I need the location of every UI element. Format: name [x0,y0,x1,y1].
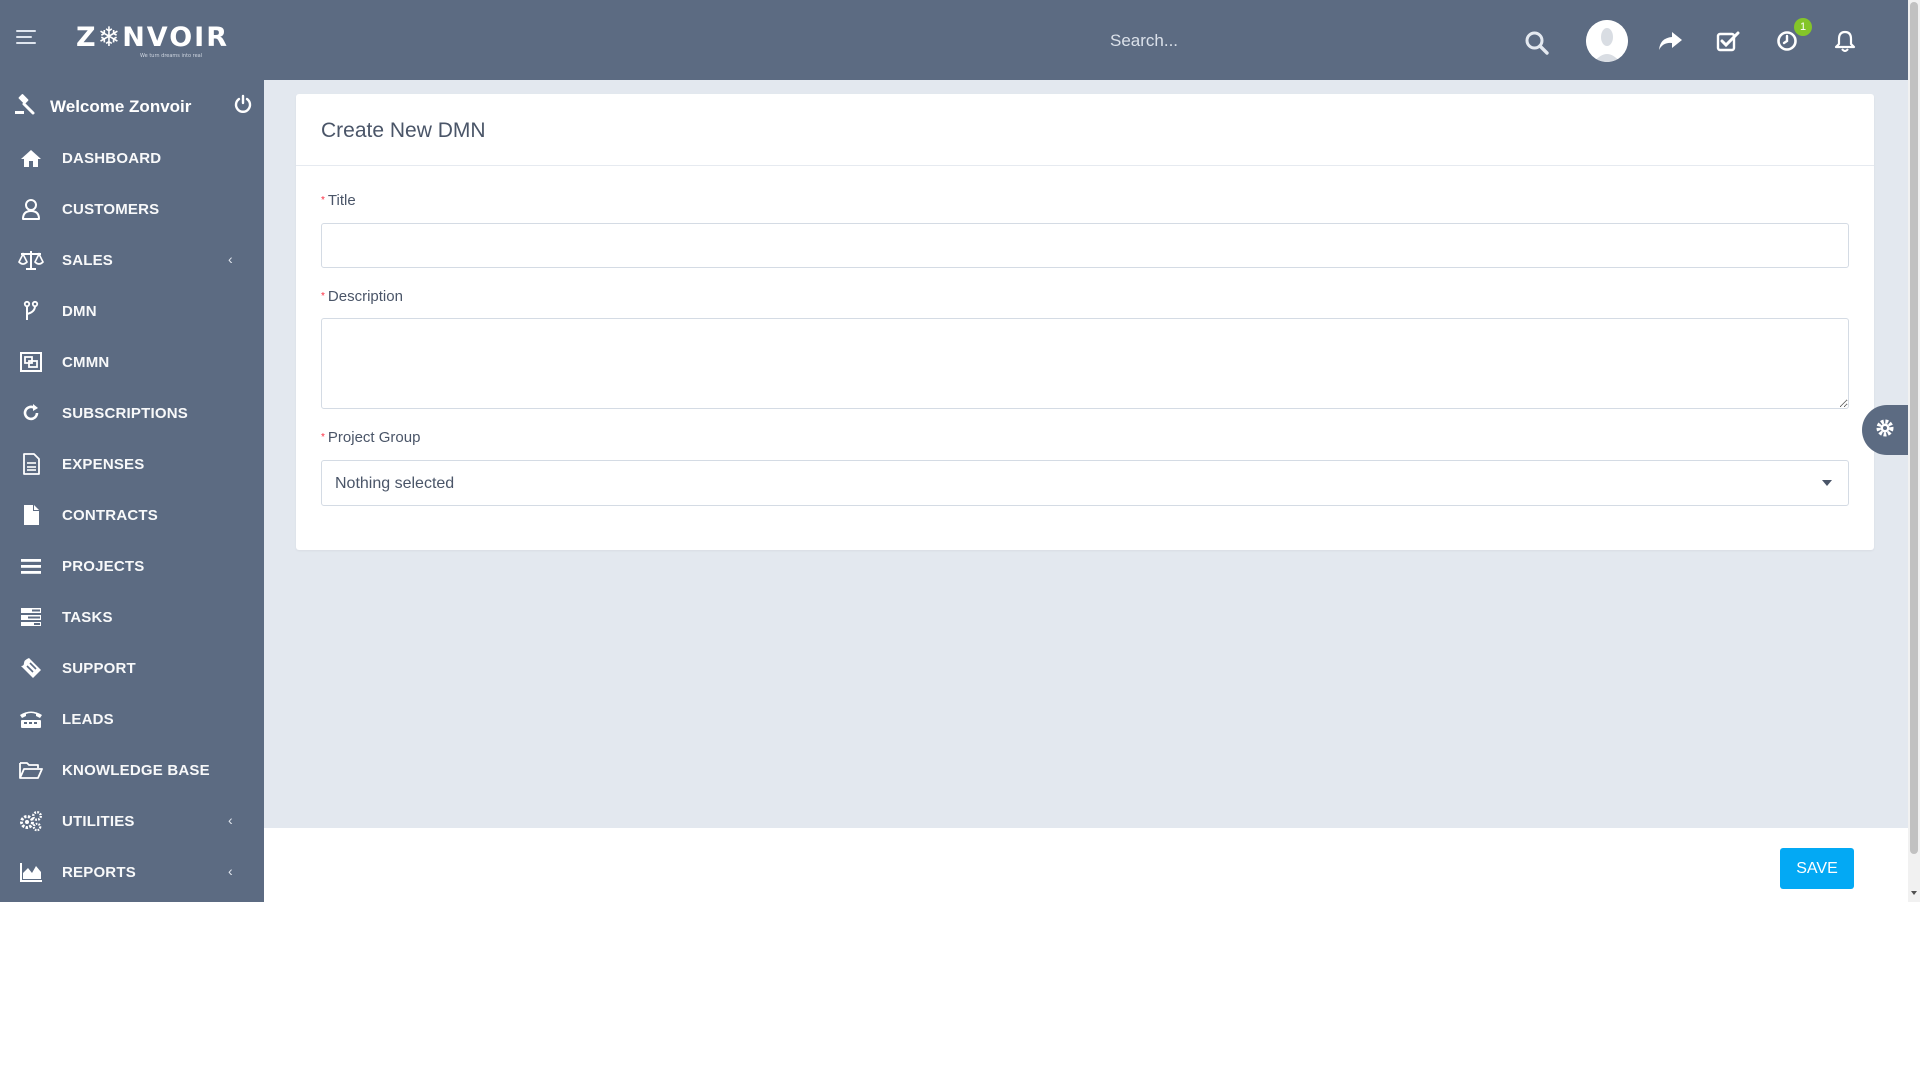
bars-icon [18,555,44,577]
sidebar-item-subscriptions[interactable]: SUBSCRIPTIONS [0,390,264,436]
sidebar-item-contracts[interactable]: CONTRACTS [0,492,264,538]
app-window: Z❄NVOIR We turn dreams into real 1 [0,0,1920,902]
caret-down-icon [1822,480,1832,486]
welcome-text: Welcome Zonvoir [50,97,192,116]
sidebar-item-label: SUBSCRIPTIONS [62,405,188,422]
gear-icon [1874,417,1896,444]
menu-toggle-icon[interactable] [16,30,36,44]
form-footer: SAVE [264,828,1908,902]
ticket-icon [18,657,44,679]
search-icon[interactable] [1522,29,1552,57]
tasks-icon [18,606,44,628]
panel-header: Create New DMN [296,94,1874,166]
sidebar-item-label: REPORTS [62,864,136,881]
page-scrollbar[interactable] [1908,0,1920,902]
sidebar-item-label: SUPPORT [62,660,136,677]
title-field[interactable] [321,223,1849,268]
gavel-icon [14,94,36,121]
sidebar-item-dashboard[interactable]: DASHBOARD [0,135,264,181]
object-group-icon [18,351,44,373]
description-label: * Description [321,288,403,305]
sidebar-item-label: UTILITIES [62,813,135,830]
bell-icon[interactable] [1831,28,1859,54]
required-marker: * [321,432,325,443]
logo-tagline: We turn dreams into real [140,53,203,59]
sidebar-item-label: EXPENSES [62,456,145,473]
file-text-icon [18,453,44,475]
sidebar-welcome: Welcome Zonvoir [0,80,264,132]
tty-icon [18,708,44,730]
code-fork-icon [18,300,44,322]
area-chart-icon [18,861,44,883]
scroll-down-icon[interactable] [1911,891,1917,895]
sidebar-item-sales[interactable]: SALES ‹ [0,237,264,283]
sidebar-item-customers[interactable]: CUSTOMERS [0,186,264,232]
avatar[interactable] [1586,20,1628,62]
logo-text: Z❄NVOIR [76,22,230,53]
save-button[interactable]: SAVE [1780,848,1854,889]
sidebar-item-projects[interactable]: PROJECTS [0,543,264,589]
sidebar-item-label: KNOWLEDGE BASE [62,762,210,779]
refresh-icon [18,402,44,424]
sidebar-item-label: LEADS [62,711,114,728]
file-icon [18,504,44,526]
sidebar-item-label: CUSTOMERS [62,201,160,218]
project-group-label: * Project Group [321,429,421,446]
chevron-left-icon: ‹ [228,251,233,267]
main-content: Create New DMN * Title * Description * Proj… [264,80,1908,828]
sidebar-item-label: CMMN [62,354,110,371]
sidebar-item-label: DASHBOARD [62,150,162,167]
form-panel: Create New DMN * Title * Description * Proj… [296,94,1874,550]
sidebar-item-leads[interactable]: LEADS [0,696,264,742]
sidebar-item-expenses[interactable]: EXPENSES [0,441,264,487]
sidebar-item-reports[interactable]: REPORTS ‹ [0,849,264,895]
search-input[interactable] [1098,24,1518,58]
select-value: Nothing selected [335,475,455,492]
cogs-icon [18,810,44,832]
sidebar-item-label: SALES [62,252,114,269]
scrollbar-thumb[interactable] [1910,2,1918,854]
sidebar: Welcome Zonvoir DASHBOARD CUSTOMERS SALE… [0,80,264,902]
description-field[interactable] [321,318,1849,409]
sidebar-item-cmmn[interactable]: CMMN [0,339,264,385]
share-icon[interactable] [1656,28,1684,54]
project-group-select[interactable]: Nothing selected [321,460,1849,506]
sidebar-item-knowledge-base[interactable]: KNOWLEDGE BASE [0,747,264,793]
sidebar-item-label: PROJECTS [62,558,145,575]
notification-badge: 1 [1794,18,1812,36]
home-icon [18,147,44,169]
sidebar-item-dmn[interactable]: DMN [0,288,264,334]
chevron-left-icon: ‹ [228,863,233,879]
top-header: Z❄NVOIR We turn dreams into real 1 [0,0,1908,80]
theme-settings-toggle[interactable] [1862,405,1908,455]
sidebar-item-label: TASKS [62,609,113,626]
check-square-icon[interactable] [1714,28,1742,54]
required-marker: * [321,195,325,206]
folder-open-icon [18,759,44,781]
balance-scale-icon [18,249,44,271]
sidebar-item-label: DMN [62,303,97,320]
sidebar-item-label: CONTRACTS [62,507,158,524]
required-marker: * [321,291,325,302]
title-label: * Title [321,192,356,209]
sidebar-item-support[interactable]: SUPPORT [0,645,264,691]
sidebar-item-tasks[interactable]: TASKS [0,594,264,640]
page-title: Create New DMN [321,119,486,142]
user-icon [18,198,44,220]
sidebar-item-utilities[interactable]: UTILITIES ‹ [0,798,264,844]
brand-logo[interactable]: Z❄NVOIR We turn dreams into real [76,22,230,59]
power-icon[interactable] [233,94,253,119]
chevron-left-icon: ‹ [228,812,233,828]
